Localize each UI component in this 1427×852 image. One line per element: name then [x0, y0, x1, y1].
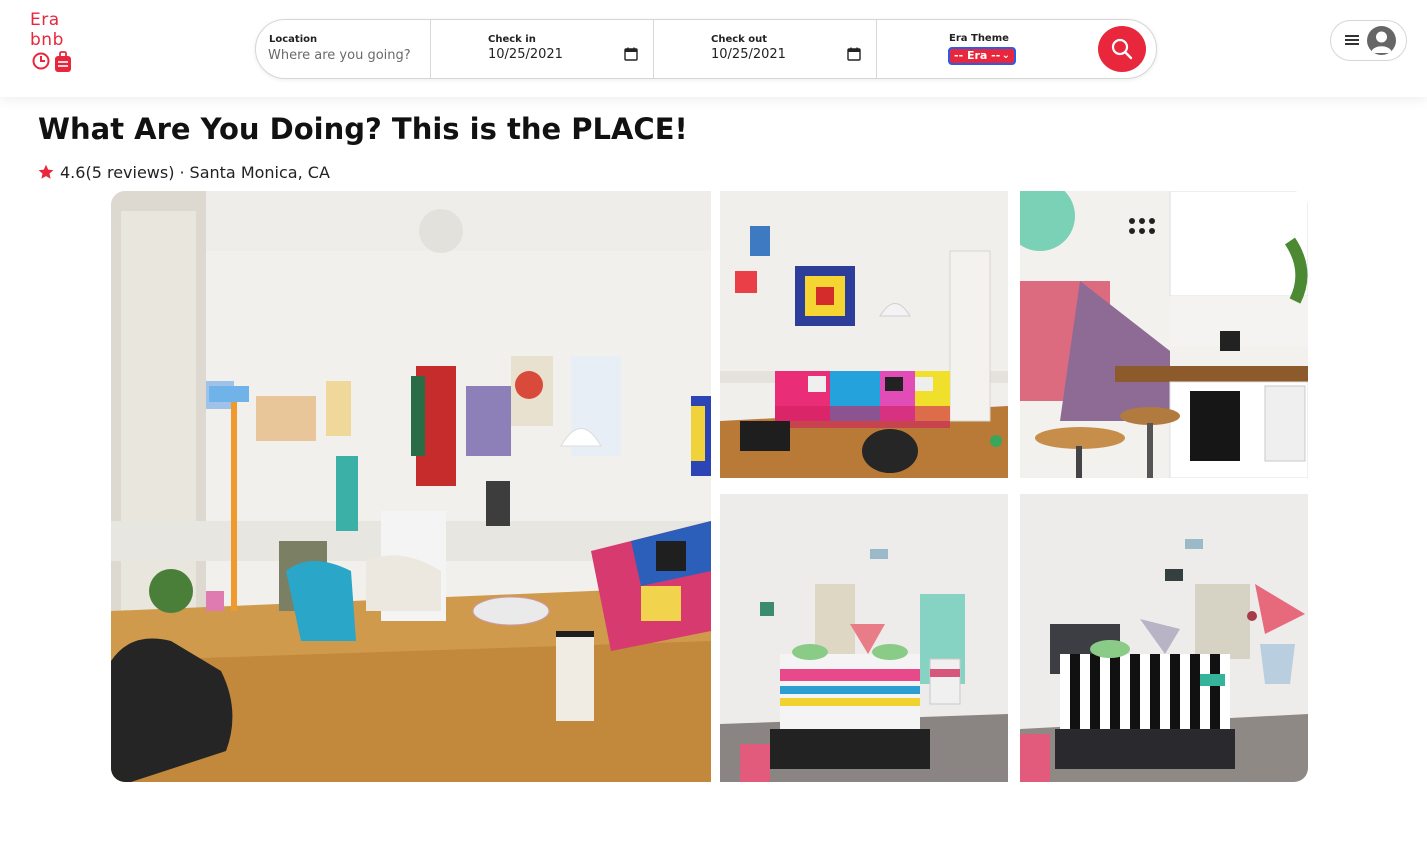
top-header: Era bnb Location Check in 10/25/2021	[0, 0, 1427, 97]
location-input[interactable]	[268, 46, 423, 64]
bedroom-one-photo[interactable]	[720, 494, 1008, 782]
kitchen-photo[interactable]	[1020, 191, 1308, 478]
era-theme-selected: -- Era --	[954, 49, 1001, 62]
sofa-room-photo[interactable]	[720, 191, 1008, 478]
meta-separator: ·	[179, 163, 185, 182]
rating-value: 4.6	[60, 163, 86, 182]
search-icon	[1111, 38, 1133, 60]
logo-line1: Era	[30, 10, 60, 30]
chevron-down-icon: ⌄	[1001, 50, 1010, 61]
user-menu-button[interactable]	[1330, 20, 1407, 61]
hamburger-icon	[1345, 35, 1359, 45]
listing-location[interactable]: Santa Monica, CA	[190, 163, 330, 182]
bedroom-two-photo[interactable]	[1020, 494, 1308, 782]
logo-line2: bnb	[30, 30, 64, 50]
location-label: Location	[269, 34, 318, 45]
checkout-date-input[interactable]: 10/25/2021	[711, 47, 786, 62]
checkout-segment[interactable]: Check out 10/25/2021	[654, 20, 876, 78]
review-count[interactable]: (5 reviews)	[85, 163, 174, 182]
living-room-photo[interactable]	[111, 191, 711, 782]
era-theme-select[interactable]: -- Era -- ⌄	[948, 47, 1016, 65]
divider	[876, 20, 877, 78]
listing-meta: 4.6(5 reviews) · Santa Monica, CA	[38, 163, 330, 182]
photo-gallery	[111, 191, 1308, 782]
location-segment[interactable]: Location	[256, 20, 430, 78]
calendar-icon[interactable]	[624, 47, 638, 61]
listing-title: What Are You Doing? This is the PLACE!	[38, 112, 688, 146]
era-theme-label: Era Theme	[949, 33, 1009, 44]
search-button[interactable]	[1098, 26, 1146, 72]
search-bar: Location Check in 10/25/2021 Check out 1…	[255, 19, 1157, 79]
logo-clock-luggage-icon	[32, 51, 71, 72]
checkin-date-input[interactable]: 10/25/2021	[488, 47, 563, 62]
logo[interactable]: Era bnb	[30, 10, 80, 74]
user-avatar-icon	[1367, 26, 1396, 55]
star-icon	[38, 164, 54, 179]
checkin-segment[interactable]: Check in 10/25/2021	[431, 20, 653, 78]
checkout-label: Check out	[711, 34, 768, 45]
calendar-icon[interactable]	[847, 47, 861, 61]
checkin-label: Check in	[488, 34, 536, 45]
